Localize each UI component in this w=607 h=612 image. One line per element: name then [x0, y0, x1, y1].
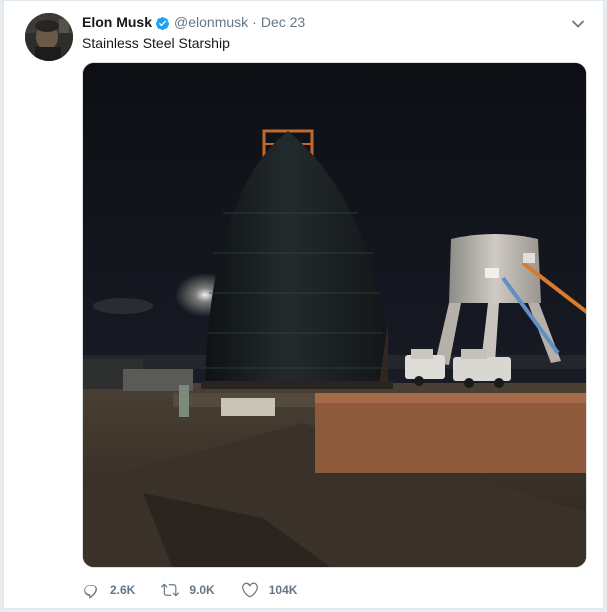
like-count: 104K — [268, 583, 298, 597]
avatar[interactable] — [25, 13, 73, 61]
author-name[interactable]: Elon Musk — [82, 14, 152, 30]
tweet-card[interactable]: Elon Musk @elonmusk · Dec 23 Stainless S… — [3, 0, 604, 609]
tweet-date[interactable]: Dec 23 — [261, 14, 305, 30]
author-handle[interactable]: @elonmusk — [174, 14, 248, 30]
photo — [83, 63, 586, 567]
reply-icon — [84, 585, 97, 599]
retweet-icon — [161, 583, 180, 597]
tweet-header: Elon Musk @elonmusk · Dec 23 — [82, 12, 305, 32]
reply-button[interactable]: 2.6K — [82, 581, 135, 599]
tweet-text: Stainless Steel Starship — [82, 35, 230, 51]
reply-count: 2.6K — [110, 583, 136, 597]
retweet-button[interactable]: 9.0K — [161, 581, 215, 599]
chevron-down-icon[interactable] — [571, 17, 585, 31]
verified-badge-icon — [155, 16, 170, 30]
tweet-actions: 2.6K 9.0K 104K — [82, 581, 323, 599]
avatar-photo — [25, 13, 73, 61]
tweet-media[interactable] — [82, 62, 587, 568]
heart-icon — [241, 582, 258, 598]
like-button[interactable]: 104K — [241, 581, 298, 599]
retweet-count: 9.0K — [189, 583, 215, 597]
separator-dot: · — [252, 14, 257, 30]
